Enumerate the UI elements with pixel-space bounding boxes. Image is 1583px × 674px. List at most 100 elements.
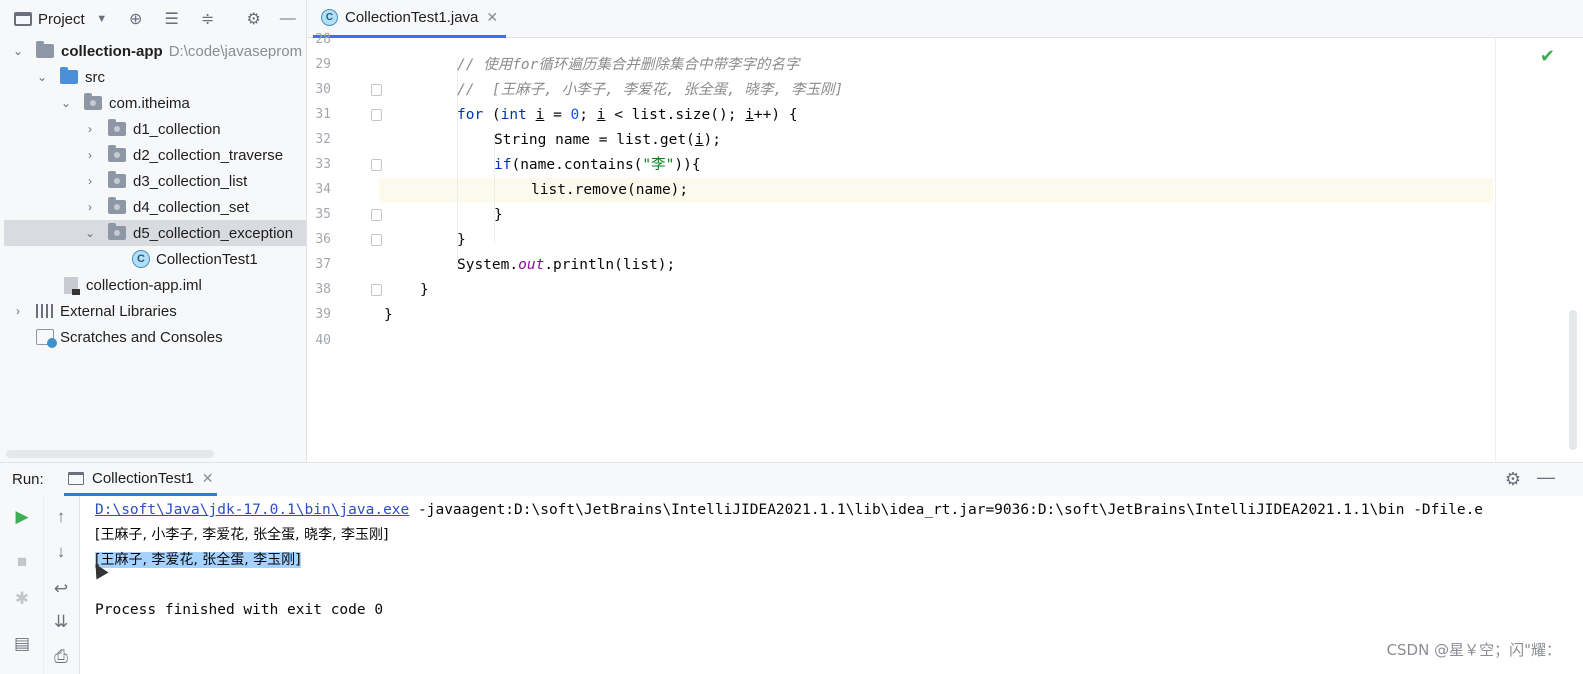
horizontal-scrollbar[interactable] (6, 450, 214, 458)
run-toolbar: ▶ ■ ✱ ▤ (0, 496, 44, 674)
tree-item-d3[interactable]: › d3_collection_list (4, 168, 306, 194)
tree-item-label: Scratches and Consoles (60, 328, 223, 346)
layout-icon[interactable]: ▤ (11, 633, 33, 655)
keyword: if (494, 157, 512, 173)
code-area[interactable]: 28 29 30 31 32 33 34 35 36 37 38 39 40 /… (307, 32, 1583, 462)
tree-item-d1[interactable]: › d1_collection (4, 116, 306, 142)
code-text: ); (703, 132, 721, 148)
tree-item-package[interactable]: ⌄ com.itheima (4, 90, 306, 116)
project-view-selector[interactable]: Project (38, 11, 85, 28)
code-editor: C CollectionTest1.java ✕ 28 29 30 31 32 … (307, 0, 1583, 462)
arrow-down-icon[interactable]: ↓ (50, 541, 72, 563)
code-text: = (544, 107, 571, 123)
gear-icon[interactable]: ⚙ (1505, 469, 1521, 490)
console-toolbar: ↑ ↓ ↩ ⇊ ⎙ (44, 496, 80, 674)
fold-marker[interactable] (371, 84, 382, 96)
rerun-icon[interactable]: ▶ (11, 506, 33, 528)
stop-icon[interactable]: ■ (11, 551, 33, 573)
code-line-38: } (420, 278, 429, 303)
soft-wrap-icon[interactable]: ↩ (50, 578, 72, 600)
arrow-up-icon[interactable]: ↑ (50, 506, 72, 528)
line-number: 32 (315, 132, 331, 147)
package-icon (108, 223, 126, 240)
console-output-line: [王麻子, 小李子, 李爱花, 张全蛋, 晓李, 李玉刚] (95, 523, 388, 547)
fold-marker[interactable] (371, 284, 382, 296)
source-folder-icon (60, 67, 78, 84)
locate-icon[interactable]: ⊕ (125, 8, 147, 30)
keyword: for (457, 107, 484, 123)
tree-item-src[interactable]: ⌄ src (4, 64, 306, 90)
console-output-line: [王麻子, 李爱花, 张全蛋, 李玉刚] (95, 548, 301, 572)
code-text: } (384, 307, 393, 323)
print-icon[interactable]: ⎙ (50, 646, 72, 668)
tree-item-scratches[interactable]: Scratches and Consoles (4, 324, 306, 350)
chevron-down-icon[interactable]: ⌄ (34, 69, 50, 85)
chevron-down-icon[interactable]: ⌄ (10, 43, 26, 59)
module-folder-icon (36, 41, 54, 58)
line-number: 37 (315, 257, 331, 272)
minimize-icon[interactable]: — (277, 8, 299, 30)
code-line-35: } (494, 203, 503, 228)
minimize-icon[interactable]: — (1537, 467, 1555, 488)
java-class-icon: C (321, 9, 338, 26)
code-text: )){ (674, 157, 701, 173)
fold-marker[interactable] (371, 234, 382, 246)
project-panel: Project ▼ ⊕ ☰ ≑ ⚙ — ⌄ collection-app D:\… (4, 0, 307, 462)
fold-marker[interactable] (371, 109, 382, 121)
code-text: ( (483, 107, 501, 123)
tree-item-external-libraries[interactable]: › External Libraries (4, 298, 306, 324)
chevron-down-icon[interactable]: ⌄ (58, 95, 74, 111)
run-label: Run: (12, 471, 44, 488)
java-class-icon: C (132, 250, 150, 268)
fold-marker[interactable] (371, 209, 382, 221)
chevron-right-icon[interactable]: › (82, 147, 98, 163)
tree-item-collection-app[interactable]: ⌄ collection-app D:\code\javaseprom (4, 38, 306, 64)
chevron-right-icon[interactable]: › (10, 303, 26, 319)
line-number: 30 (315, 82, 331, 97)
gear-icon[interactable]: ⚙ (243, 8, 265, 30)
vertical-scrollbar[interactable] (1569, 310, 1577, 450)
expand-all-icon[interactable]: ☰ (161, 8, 183, 30)
collapse-all-icon[interactable]: ≑ (197, 8, 219, 30)
code-text: } (457, 232, 466, 248)
code-line-29: // 使用for循环遍历集合并删除集合中带李字的名字 (457, 53, 799, 78)
tree-item-collectiontest1[interactable]: C CollectionTest1 (4, 246, 306, 272)
debug-bug-icon[interactable]: ✱ (11, 588, 33, 610)
line-number: 35 (315, 207, 331, 222)
chevron-down-icon[interactable]: ▼ (91, 8, 113, 30)
chevron-right-icon[interactable]: › (82, 121, 98, 137)
close-icon[interactable]: ✕ (486, 9, 498, 26)
line-number: 28 (315, 32, 331, 47)
tab-collectiontest1-java[interactable]: C CollectionTest1.java ✕ (313, 0, 507, 38)
watermark: CSDN @星￥空；闪"耀： (1386, 641, 1561, 659)
close-icon[interactable]: ✕ (202, 470, 214, 487)
fold-marker[interactable] (371, 159, 382, 171)
tab-run-collectiontest1[interactable]: CollectionTest1 ✕ (64, 463, 218, 496)
line-number: 39 (315, 307, 331, 322)
scroll-to-end-icon[interactable]: ⇊ (50, 611, 72, 633)
tree-item-label: d5_collection_exception (133, 224, 294, 242)
chevron-right-icon[interactable]: › (82, 173, 98, 189)
tree-item-d4[interactable]: › d4_collection_set (4, 194, 306, 220)
project-toolbar: Project ▼ ⊕ ☰ ≑ ⚙ — (4, 0, 306, 38)
chevron-down-icon[interactable]: ⌄ (82, 225, 98, 241)
module-path: D:\code\javaseprom (168, 42, 303, 60)
tree-item-d5[interactable]: ⌄ d5_collection_exception (4, 220, 306, 246)
code-text: System. (457, 257, 519, 273)
code-line-31: for (int i = 0; i < list.size(); i++) { (457, 103, 798, 128)
library-icon (36, 304, 54, 318)
java-exe-link[interactable]: D:\soft\Java\jdk-17.0.1\bin\java.exe (95, 502, 409, 518)
module-file-icon (64, 276, 80, 295)
line-number: 33 (315, 157, 331, 172)
console-output[interactable]: D:\soft\Java\jdk-17.0.1\bin\java.exe -ja… (90, 496, 1583, 674)
tree-item-d2[interactable]: › d2_collection_traverse (4, 142, 306, 168)
check-icon[interactable]: ✔ (1540, 46, 1555, 67)
tree-item-label: d3_collection_list (133, 172, 248, 190)
package-icon (84, 93, 102, 110)
selected-text: [王麻子, 李爱花, 张全蛋, 李玉刚] (95, 552, 301, 568)
tree-item-iml[interactable]: collection-app.iml (4, 272, 306, 298)
code-line-39: } (384, 303, 393, 328)
code-text: ; (579, 107, 597, 123)
chevron-right-icon[interactable]: › (82, 199, 98, 215)
